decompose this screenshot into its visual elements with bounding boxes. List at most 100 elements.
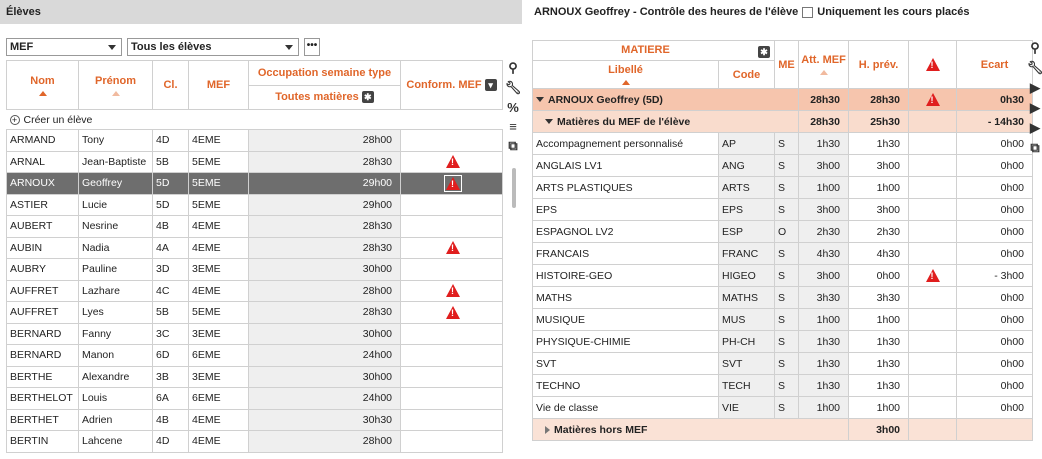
subject-row[interactable]: ARTS PLASTIQUES ARTS S 1h00 1h00 0h00 <box>532 176 1033 199</box>
student-occupation: 28h30 <box>248 215 401 238</box>
col-header-att-mef[interactable]: Att. MEF <box>798 40 849 89</box>
student-class: 3C <box>152 322 189 345</box>
col-header-nom[interactable]: Nom <box>6 60 79 110</box>
subject-row[interactable]: MATHS MATHS S 3h30 3h30 0h00 <box>532 286 1033 309</box>
col-header-conform[interactable]: Conform. MEF ▾ <box>400 60 503 110</box>
table-row[interactable]: ARMAND Tony 4D 4EME 28h00 <box>6 129 503 152</box>
expand-icon[interactable] <box>545 425 550 434</box>
col-header-ecart[interactable]: Ecart <box>956 40 1033 89</box>
subject-row[interactable]: PHYSIQUE-CHIMIE PH-CH S 1h30 1h30 0h00 <box>532 330 1033 353</box>
col-header-code[interactable]: Code <box>718 60 775 89</box>
play-icon[interactable]: ▶ <box>1030 100 1040 116</box>
create-student-row[interactable]: + Créer un élève <box>6 109 503 130</box>
group-row-student[interactable]: ARNOUX Geoffrey (5D) 28h30 28h30 0h30 <box>532 88 1033 111</box>
table-row[interactable]: AUFFRET Lazhare 4C 4EME 28h00 <box>6 279 503 302</box>
col-header-prenom[interactable]: Prénom <box>78 60 153 110</box>
table-row[interactable]: ASTIER Lucie 5D 5EME 29h00 <box>6 193 503 216</box>
student-conformity <box>400 193 503 216</box>
subject-code: HIGEO <box>718 264 775 287</box>
student-class: 4D <box>152 430 189 453</box>
subject-row[interactable]: EPS EPS S 3h00 3h00 0h00 <box>532 198 1033 221</box>
collapse-icon[interactable] <box>536 97 544 103</box>
subject-att-mef: 3h00 <box>798 154 849 177</box>
col-header-warning[interactable] <box>908 40 957 89</box>
percent-icon[interactable]: % <box>507 100 519 115</box>
student-class: 4B <box>152 408 189 431</box>
student-firstname: Louis <box>78 387 153 410</box>
student-firstname: Lucie <box>78 193 153 216</box>
table-row[interactable]: BERNARD Manon 6D 6EME 24h00 <box>6 344 503 367</box>
subject-label: TECHNO <box>532 374 719 397</box>
subject-row[interactable]: FRANCAIS FRANC S 4h30 4h30 0h00 <box>532 242 1033 265</box>
more-options-button[interactable]: ••• <box>304 38 320 56</box>
student-class: 4A <box>152 236 189 259</box>
student-lastname: BERTHET <box>6 408 79 431</box>
subject-code: MATHS <box>718 286 775 309</box>
subject-row[interactable]: Vie de classe VIE S 1h00 1h00 0h00 <box>532 396 1033 419</box>
group-student-hprev: 28h30 <box>848 88 909 111</box>
students-scrollbar[interactable] <box>512 168 516 208</box>
collapse-icon[interactable] <box>545 119 553 125</box>
wrench-icon[interactable]: 🔧︎ <box>505 80 522 96</box>
student-mef: 3EME <box>188 258 249 281</box>
play-icon[interactable]: ▶ <box>1030 120 1040 136</box>
table-row[interactable]: BERTHELOT Louis 6A 6EME 24h00 <box>6 387 503 410</box>
subject-label: SVT <box>532 352 719 375</box>
subject-row[interactable]: Accompagnement personnalisé AP S 1h30 1h30 0h… <box>532 132 1033 155</box>
table-row[interactable]: AUBRY Pauline 3D 3EME 30h00 <box>6 258 503 281</box>
group-mef-hprev: 25h30 <box>848 110 909 133</box>
col-header-toutes-matieres[interactable]: Toutes matières ✱ <box>248 84 401 110</box>
table-row[interactable]: BERTIN Lahcene 4D 4EME 28h00 <box>6 430 503 453</box>
copy-icon[interactable]: ⧉ <box>1030 140 1039 156</box>
list-icon[interactable]: ≡ <box>509 119 517 134</box>
subject-label: Accompagnement personnalisé <box>532 132 719 155</box>
col-header-matiere[interactable]: MATIERE ✱ <box>532 40 775 61</box>
subject-row[interactable]: MUSIQUE MUS S 1h00 1h00 0h00 <box>532 308 1033 331</box>
wrench-icon[interactable]: 🔧︎ <box>1027 60 1042 76</box>
play-icon[interactable]: ▶ <box>1030 80 1040 96</box>
group-row-mef[interactable]: Matières du MEF de l'élève 28h30 25h30 -… <box>532 110 1033 133</box>
warning-icon <box>444 174 462 192</box>
table-row[interactable]: AUBIN Nadia 4A 4EME 28h30 <box>6 236 503 259</box>
copy-icon[interactable]: ⧉ <box>508 138 517 154</box>
group-row-hors-mef[interactable]: Matières hors MEF 3h00 <box>532 418 1033 441</box>
subject-warning <box>908 308 957 331</box>
gear-icon[interactable]: ✱ <box>361 91 374 104</box>
subject-warning <box>908 352 957 375</box>
col-header-conform-label: Conform. MEF <box>406 78 482 91</box>
gear-icon[interactable]: ✱ <box>758 45 770 58</box>
filter-icon[interactable]: ▾ <box>484 79 497 92</box>
hours-control-title: ARNOUX Geoffrey - Contrôle des heures de… <box>534 6 799 18</box>
placed-only-checkbox[interactable] <box>802 6 814 18</box>
table-row[interactable]: ARNOUX Geoffrey 5D 5EME 29h00 <box>6 172 503 195</box>
table-row[interactable]: BERTHET Adrien 4B 4EME 30h30 <box>6 408 503 431</box>
table-row[interactable]: BERNARD Fanny 3C 3EME 30h00 <box>6 322 503 345</box>
subject-row[interactable]: TECHNO TECH S 1h30 1h30 0h00 <box>532 374 1033 397</box>
subject-row[interactable]: HISTOIRE-GEOHIGEOS3h000h00 - 3h00 <box>532 264 1033 287</box>
table-row[interactable]: BERTHE Alexandre 3B 3EME 30h00 <box>6 365 503 388</box>
subject-row[interactable]: SVT SVT S 1h30 1h30 0h00 <box>532 352 1033 375</box>
students-filter-select[interactable]: Tous les élèves <box>127 38 299 56</box>
subject-warning <box>908 374 957 397</box>
search-icon[interactable]: ⚲ <box>1030 40 1040 56</box>
student-firstname: Adrien <box>78 408 153 431</box>
table-row[interactable]: AUBERT Nesrine 4B 4EME 28h30 <box>6 215 503 238</box>
col-header-libelle[interactable]: Libellé <box>532 60 719 89</box>
subject-row[interactable]: ANGLAIS LV1 ANG S 3h00 3h00 0h00 <box>532 154 1033 177</box>
table-row[interactable]: AUFFRET Lyes 5B 5EME 28h30 <box>6 301 503 324</box>
mef-filter-select[interactable]: MEF <box>6 38 122 56</box>
subject-row[interactable]: ESPAGNOL LV2 ESP O 2h30 2h30 0h00 <box>532 220 1033 243</box>
student-lastname: ARNAL <box>6 150 79 173</box>
subject-me: S <box>774 176 799 199</box>
student-lastname: BERNARD <box>6 344 79 367</box>
search-icon[interactable]: ⚲ <box>508 60 518 76</box>
table-row[interactable]: ARNAL Jean-Baptiste 5B 5EME 28h30 <box>6 150 503 173</box>
col-header-occupation[interactable]: Occupation semaine type <box>248 60 401 86</box>
student-class: 5D <box>152 172 189 195</box>
col-header-me[interactable]: ME <box>774 40 799 89</box>
student-lastname: BERTIN <box>6 430 79 453</box>
col-header-classe[interactable]: Cl. <box>152 60 189 110</box>
col-header-mef[interactable]: MEF <box>188 60 249 110</box>
student-class: 6D <box>152 344 189 367</box>
col-header-h-prev[interactable]: H. prév. <box>848 40 909 89</box>
